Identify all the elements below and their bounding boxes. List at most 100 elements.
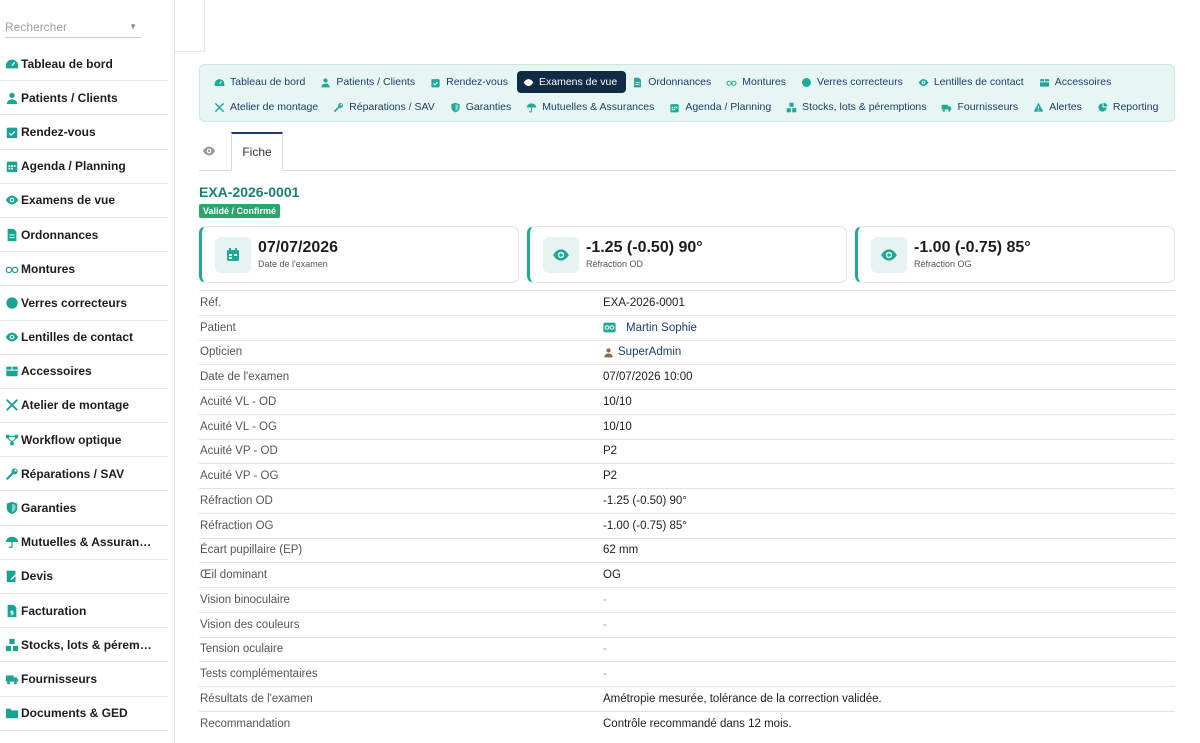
detail-row: Tests complémentaires - xyxy=(199,661,1175,686)
nav-item-agenda-planning[interactable]: Agenda / Planning xyxy=(663,96,780,118)
detail-label: Acuité VL - OG xyxy=(200,420,277,433)
detail-value: Amétropie mesurée, tolérance de la corre… xyxy=(603,693,882,705)
detail-value: - xyxy=(603,668,607,680)
detail-link[interactable]: Martin Sophie xyxy=(603,321,697,334)
nav-item-lentilles-de-contact[interactable]: Lentilles de contact xyxy=(912,71,1033,93)
eye-icon xyxy=(5,193,19,207)
nav-item-label: Patients / Clients xyxy=(336,76,416,88)
stat-value: -1.00 (-0.75) 85° xyxy=(914,239,1031,256)
sidebar-item-examens-de-vue[interactable]: Examens de vue xyxy=(0,184,168,218)
detail-row: Date de l'examen 07/07/2026 10:00 xyxy=(199,364,1175,389)
detail-value: P2 xyxy=(603,470,617,482)
sidebar-item-label: Atelier de montage xyxy=(21,398,130,413)
nav-item-verres-correcteurs[interactable]: Verres correcteurs xyxy=(795,71,912,93)
nav-item-alertes[interactable]: Alertes xyxy=(1027,96,1091,118)
eye-icon[interactable] xyxy=(202,144,216,158)
sidebar-item-fournisseurs[interactable]: Fournisseurs xyxy=(0,662,168,697)
stat-card-date: 07/07/2026 Date de l'examen xyxy=(199,226,519,283)
sidebar-item-label: Verres correcteurs xyxy=(21,295,128,310)
detail-value-text: - xyxy=(603,618,607,631)
wrench-icon xyxy=(333,102,344,113)
search-input[interactable] xyxy=(5,19,115,34)
stat-value: -1.25 (-0.50) 90° xyxy=(586,239,703,256)
nav-item-fournisseurs[interactable]: Fournisseurs xyxy=(935,96,1027,118)
detail-row: Œil dominant OG xyxy=(199,562,1175,587)
stat-label: Date de l'examen xyxy=(258,259,328,269)
detail-value-text: P2 xyxy=(603,445,618,458)
detail-value-text: P2 xyxy=(603,470,618,483)
sidebar-item-ordonnances[interactable]: Ordonnances xyxy=(0,218,168,253)
detail-label: Date de l'examen xyxy=(200,371,290,384)
detail-value-text[interactable]: SuperAdmin xyxy=(618,346,681,358)
sidebar-item-stocks-lots-perem[interactable]: Stocks, lots & pérem… xyxy=(0,628,168,663)
workflow-icon xyxy=(5,433,19,447)
nav-item-patients-clients[interactable]: Patients / Clients xyxy=(314,71,424,93)
sidebar-item-patients-clients[interactable]: Patients / Clients xyxy=(0,81,168,116)
detail-value: - xyxy=(603,643,607,655)
sidebar-item-lentilles-de-contact[interactable]: Lentilles de contact xyxy=(0,321,168,355)
svg-text:$: $ xyxy=(10,609,14,616)
sidebar-item-documents-ged[interactable]: Documents & GED xyxy=(0,697,168,731)
nav-item-montures[interactable]: Montures xyxy=(720,71,795,93)
sidebar-item-label: Garanties xyxy=(21,501,77,516)
sidebar-item-label: Facturation xyxy=(21,603,87,618)
sidebar-item-garanties[interactable]: Garanties xyxy=(0,491,168,526)
sidebar-item-reparations-sav[interactable]: Réparations / SAV xyxy=(0,457,168,492)
sidebar-item-workflow-optique[interactable]: Workflow optique xyxy=(0,423,168,458)
file-icon xyxy=(5,228,19,242)
sidebar-item-label: Examens de vue xyxy=(21,193,116,208)
detail-label: Acuité VP - OG xyxy=(200,470,279,483)
sidebar-item-tableau-de-bord[interactable]: Tableau de bord xyxy=(0,47,168,82)
detail-value: -1.25 (-0.50) 90° xyxy=(603,495,687,507)
sidebar-item-rendez-vous[interactable]: Rendez-vous xyxy=(0,115,168,150)
sidebar-item-facturation[interactable]: $ Facturation xyxy=(0,594,168,629)
nav-item-garanties[interactable]: Garanties xyxy=(444,96,521,118)
detail-link[interactable]: SuperAdmin xyxy=(603,346,681,359)
user-icon xyxy=(603,346,614,359)
detail-label: Écart pupillaire (EP) xyxy=(200,544,303,557)
sidebar-item-label: Devis xyxy=(21,569,54,584)
tools-icon xyxy=(5,398,19,412)
module-nav-row: Tableau de bord Patients / Clients Rendez-… xyxy=(208,70,1166,94)
detail-label: Œil dominant xyxy=(200,569,268,582)
sidebar: ▼ Tableau de bord Patients / Clients Rende… xyxy=(0,0,175,743)
nav-item-tableau-de-bord[interactable]: Tableau de bord xyxy=(208,71,314,93)
sidebar-item-agenda-planning[interactable]: Agenda / Planning xyxy=(0,150,168,184)
detail-row: Réf. EXA-2026-0001 xyxy=(199,290,1175,315)
nav-item-reporting[interactable]: Reporting xyxy=(1091,96,1168,118)
detail-value-text: 07/07/2026 10:00 xyxy=(603,371,693,384)
sidebar-item-devis[interactable]: Devis xyxy=(0,560,168,594)
nav-item-examens-de-vue[interactable]: Examens de vue xyxy=(516,71,627,93)
dashboard-icon xyxy=(214,77,225,88)
nav-item-atelier-de-montage[interactable]: Atelier de montage xyxy=(208,96,327,118)
eye-icon xyxy=(523,77,534,88)
sidebar-item-montures[interactable]: Montures xyxy=(0,252,168,287)
detail-label: Tests complémentaires xyxy=(200,668,318,681)
nav-item-mutuelles-assurances[interactable]: Mutuelles & Assurances xyxy=(520,96,663,118)
nav-item-label: Atelier de montage xyxy=(230,101,319,113)
truck-icon xyxy=(941,102,952,113)
sidebar-item-label: Patients / Clients xyxy=(21,90,118,105)
detail-table: Réf. EXA-2026-0001 Patient Martin Sophie Opt… xyxy=(199,290,1175,736)
sidebar-item-label: Documents & GED xyxy=(21,706,128,721)
nav-item-accessoires[interactable]: Accessoires xyxy=(1033,71,1121,93)
nav-item-ordonnances[interactable]: Ordonnances xyxy=(626,71,720,93)
nav-item-rendez-vous[interactable]: Rendez-vous xyxy=(424,71,517,93)
detail-value-text: -1.00 (-0.75) 85° xyxy=(603,519,687,532)
tab-fiche[interactable]: Fiche xyxy=(231,132,283,171)
detail-row: Acuité VP - OD P2 xyxy=(199,438,1175,464)
detail-value-text[interactable]: Martin Sophie xyxy=(626,322,697,334)
sidebar-item-accessoires[interactable]: Accessoires xyxy=(0,355,168,389)
sidebar-item-label: Stocks, lots & pérem… xyxy=(21,637,152,652)
nav-item-reparations-sav[interactable]: Réparations / SAV xyxy=(327,96,444,118)
detail-row: Acuité VL - OD 10/10 xyxy=(199,389,1175,414)
search-select[interactable]: ▼ xyxy=(5,16,141,38)
chevron-down-icon[interactable]: ▼ xyxy=(129,22,137,31)
nav-item-stocks-lots-peremptions[interactable]: Stocks, lots & péremptions xyxy=(780,96,935,118)
sidebar-item-mutuelles-assuran[interactable]: Mutuelles & Assuran… xyxy=(0,526,168,560)
sidebar-item-verres-correcteurs[interactable]: Verres correcteurs xyxy=(0,286,168,321)
detail-label: Acuité VL - OD xyxy=(200,395,277,408)
sidebar-item-atelier-de-montage[interactable]: Atelier de montage xyxy=(0,389,168,424)
detail-value-text: - xyxy=(603,643,607,656)
user-icon xyxy=(320,77,331,88)
